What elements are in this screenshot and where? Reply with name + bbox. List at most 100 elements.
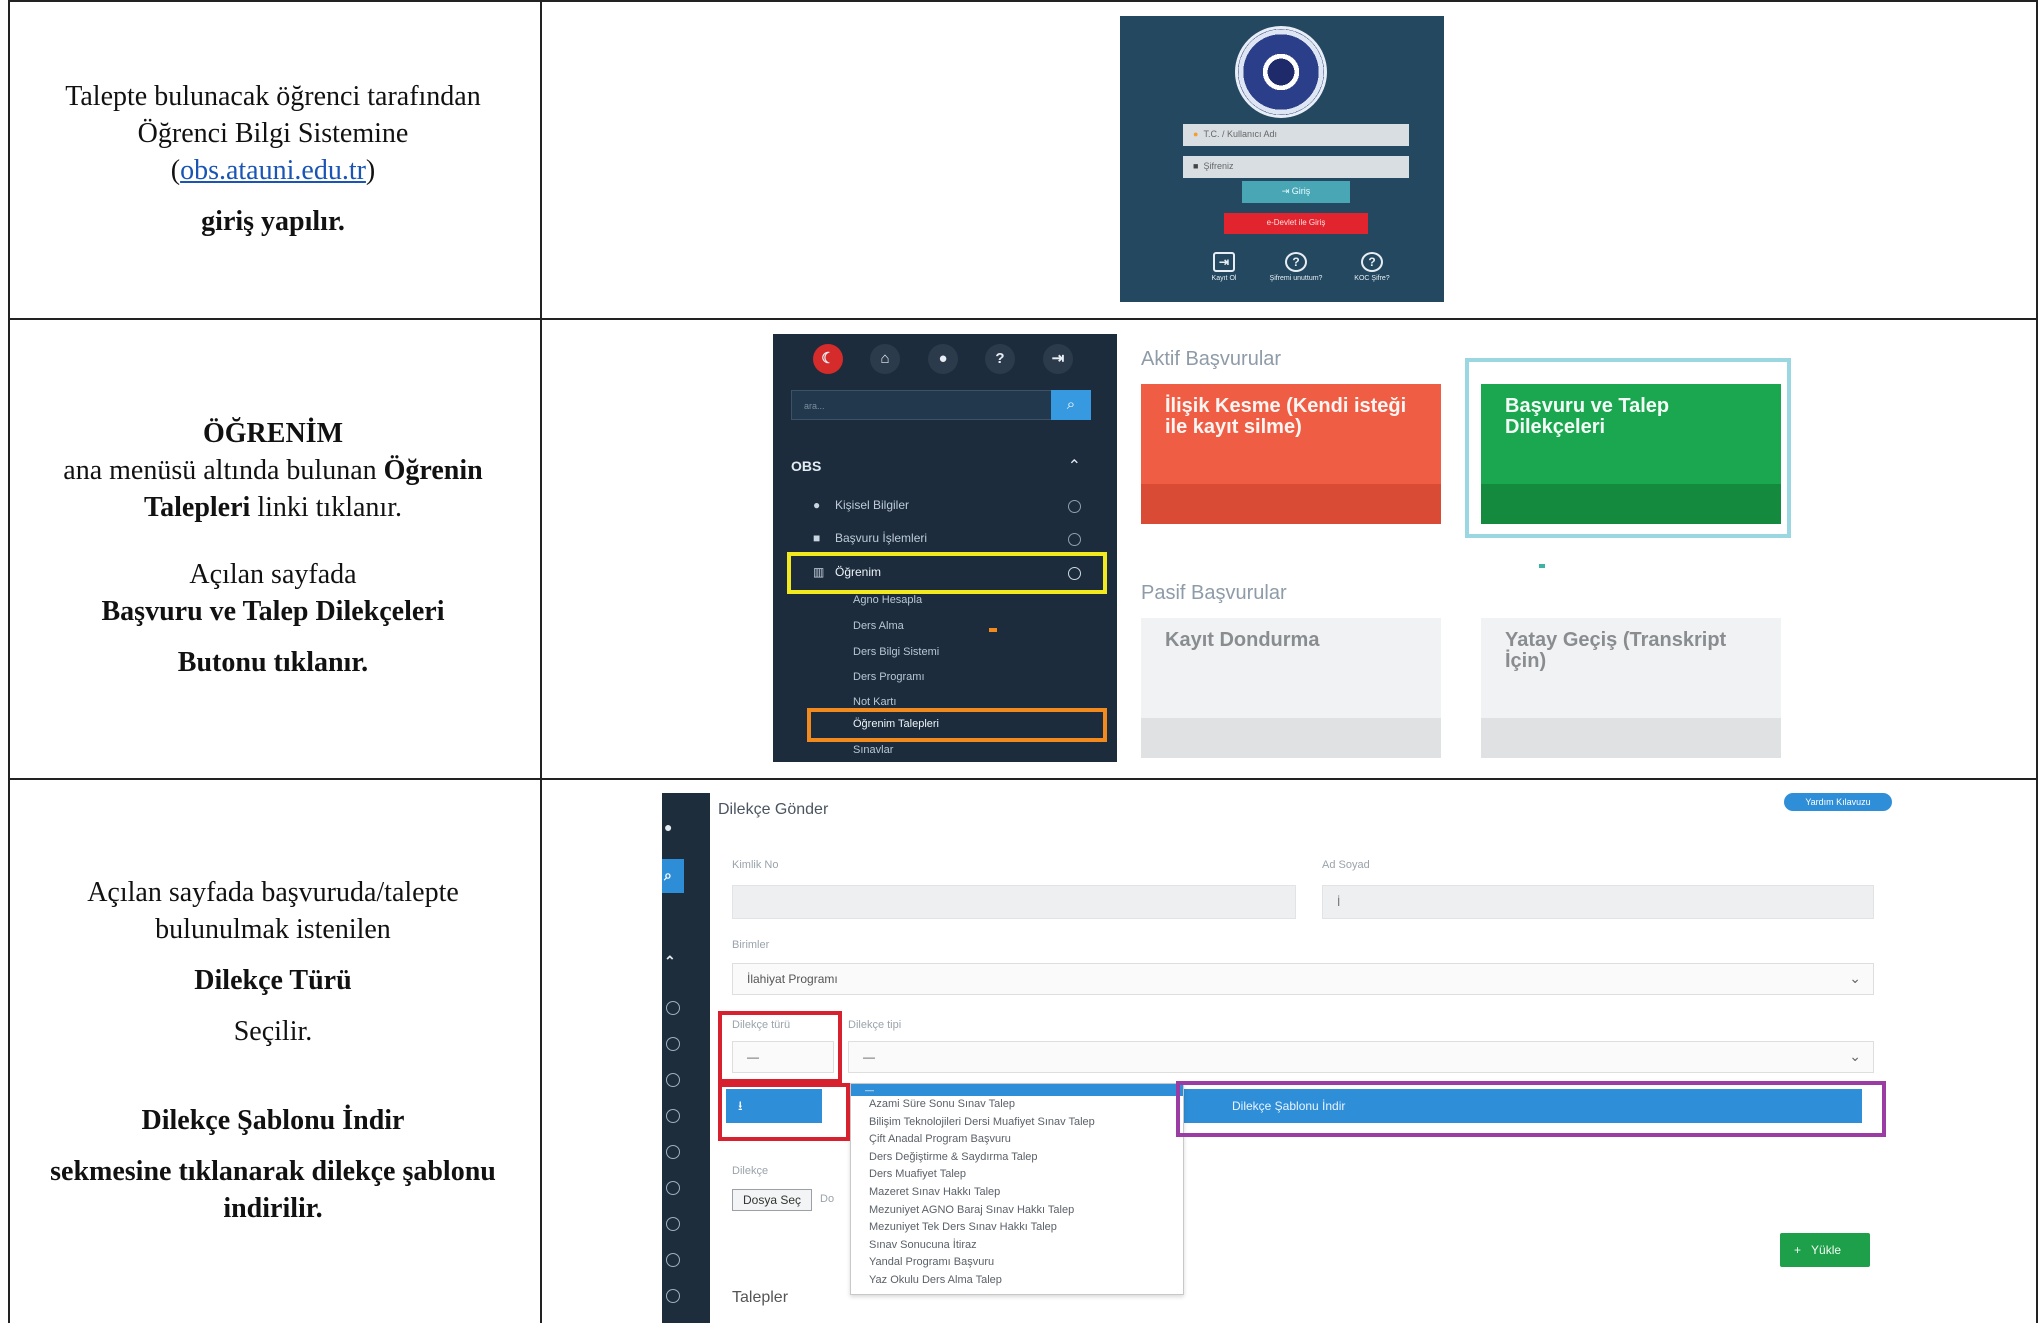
user-icon: ● — [813, 498, 821, 512]
obs-menu-screenshot: ☾ ⌂ ● ? ⇥ ara... ⌕ OBS ⌃ ● Kişisel Bilgil… — [773, 334, 1117, 762]
talepler-heading: Talepler — [732, 1289, 789, 1306]
chevron-up-icon[interactable]: ⌃ — [1068, 456, 1081, 476]
login-button[interactable]: ⇥ Giriş — [1242, 181, 1350, 203]
orange-marker — [989, 628, 997, 632]
menu-item-kisisel-bilgiler[interactable]: ● Kişisel Bilgiler — [813, 498, 909, 512]
row-3-line-2: bulunulmak istenilen — [155, 914, 391, 945]
dropdown-option[interactable]: Çift Anadal Program Başvuru — [851, 1131, 1183, 1149]
dropdown-option[interactable]: Sınav Sonucuna İtiraz — [851, 1237, 1183, 1255]
dropdown-selected-option[interactable]: — — [851, 1084, 1183, 1096]
obs-section-title: OBS — [791, 458, 822, 474]
dropdown-option[interactable]: Ders Değiştirme & Saydırma Talep — [851, 1149, 1183, 1167]
row-3-line-3: Dilekçe Türü — [194, 965, 352, 996]
sidebar-bullet-icon: ● — [664, 819, 673, 835]
row-2-line-5: Başvuru ve Talep Dilekçeleri — [101, 596, 445, 627]
column-divider — [540, 0, 542, 1323]
question-icon: ? — [1285, 252, 1307, 272]
plus-icon: + — [1794, 1243, 1802, 1257]
turkish-flag-icon[interactable]: ☾ — [813, 344, 843, 374]
search-icon[interactable]: ⌕ — [1051, 390, 1091, 420]
dilekce-tipi-select[interactable]: — ⌄ — [848, 1041, 1874, 1073]
file-choose-button[interactable]: Dosya Seç — [732, 1189, 812, 1211]
sidebar-circle-icon-7[interactable] — [666, 1217, 680, 1231]
sidebar-circle-icon-8[interactable] — [666, 1253, 680, 1267]
edevlet-login-button[interactable]: e-Devlet ile Giriş — [1224, 213, 1368, 234]
passive-applications-heading: Pasif Başvurular — [1141, 582, 1287, 604]
submenu-agno-hesapla[interactable]: Agno Hesapla — [853, 594, 922, 606]
ad-soyad-field: İ — [1322, 885, 1874, 919]
dropdown-option[interactable]: Mezuniyet Tek Ders Sınav Hakkı Talep — [851, 1219, 1183, 1237]
ad-soyad-label: Ad Soyad — [1322, 859, 1370, 871]
submenu-ders-alma[interactable]: Ders Alma — [853, 620, 904, 632]
file-status-text: Do — [820, 1193, 835, 1205]
row-3-line-1: Açılan sayfada başvuruda/talepte — [87, 877, 459, 908]
row-3-line-5: Dilekçe Şablonu İndir — [141, 1105, 405, 1136]
highlight-download-button — [718, 1083, 850, 1141]
user-icon: ● — [1193, 129, 1199, 139]
dropdown-option[interactable]: Ders Muafiyet Talep — [851, 1166, 1183, 1184]
dropdown-option[interactable]: Azami Süre Sonu Sınav Talep — [851, 1096, 1183, 1114]
applications-screenshot: Aktif Başvurular İlişik Kesme (Kendi ist… — [1117, 334, 1803, 762]
obs-link[interactable]: obs.atauni.edu.tr — [180, 155, 366, 186]
dropdown-option[interactable]: Mazeret Sınav Hakkı Talep — [851, 1184, 1183, 1202]
submenu-ders-programi[interactable]: Ders Programı — [853, 671, 925, 683]
chat-icon[interactable]: ● — [928, 344, 958, 374]
password-field[interactable]: ■ Şifreniz — [1183, 156, 1409, 178]
briefcase-icon: ■ — [813, 531, 821, 545]
dilekce-tipi-dropdown[interactable]: — Azami Süre Sonu Sınav Talep Bilişim Te… — [850, 1083, 1184, 1295]
register-link[interactable]: ⇥ Kayıt Ol — [1194, 252, 1254, 282]
sidebar-circle-icon-2[interactable] — [666, 1037, 680, 1051]
card-kayit-dondurma[interactable]: Kayıt Dondurma — [1141, 618, 1441, 758]
card-ilisik-kesme[interactable]: İlişik Kesme (Kendi isteği ile kayıt sil… — [1141, 384, 1441, 524]
dropdown-option[interactable]: Yaz Okulu Ders Alma Talep — [851, 1272, 1183, 1290]
dropdown-option[interactable]: Yandal Programı Başvuru — [851, 1254, 1183, 1272]
forgot-password-link[interactable]: ? Şifremi unuttum? — [1266, 252, 1326, 282]
upload-button[interactable]: + Yükle — [1780, 1233, 1870, 1267]
highlight-ogrenim-talepleri — [807, 708, 1107, 742]
username-field[interactable]: ● T.C. / Kullanıcı Adı — [1183, 124, 1409, 146]
sidebar-circle-icon-6[interactable] — [666, 1181, 680, 1195]
menu-search-input[interactable]: ara... — [791, 390, 1067, 420]
submenu-ders-bilgi-sistemi[interactable]: Ders Bilgi Sistemi — [853, 646, 939, 658]
menu-item-basvuru-islemleri[interactable]: ■ Başvuru İşlemleri — [813, 531, 927, 545]
dropdown-option[interactable]: Mezuniyet AGNO Baraj Sınav Hakkı Talep — [851, 1202, 1183, 1220]
birimler-select[interactable]: İlahiyat Programı ⌄ — [732, 963, 1874, 995]
row-1-line-3: (obs.atauni.edu.tr) — [171, 152, 376, 189]
submenu-not-karti[interactable]: Not Kartı — [853, 696, 896, 708]
logout-icon[interactable]: ⇥ — [1043, 344, 1073, 374]
question-icon-2: ? — [1361, 252, 1383, 272]
sidebar-circle-icon-9[interactable] — [666, 1289, 680, 1303]
paren-open: ( — [170, 155, 181, 186]
sidebar-search-icon[interactable]: ⌕ — [664, 867, 672, 884]
active-applications-heading: Aktif Başvurular — [1141, 348, 1282, 370]
kimlik-no-label: Kimlik No — [732, 859, 779, 871]
row-2-line-6: Butonu tıklanır. — [177, 647, 369, 678]
help-guide-button[interactable]: Yardım Kılavuzu — [1784, 793, 1892, 811]
sidebar-circle-icon-4[interactable] — [666, 1109, 680, 1123]
sidebar-circle-icon-1[interactable] — [666, 1001, 680, 1015]
row-3-line-6: sekmesine tıklanarak dilekçe şablonu — [50, 1156, 496, 1187]
help-icon[interactable]: ? — [985, 344, 1015, 374]
row-2-line-4: Açılan sayfada — [189, 559, 357, 590]
card-yatay-gecis[interactable]: Yatay Geçiş (Transkript İçin) — [1481, 618, 1781, 758]
dilekce-tipi-label: Dilekçe tipi — [848, 1019, 902, 1031]
form-sidebar: ● ⌕ ⌃ — [662, 793, 710, 1323]
sidebar-chevron-up-icon[interactable]: ⌃ — [664, 953, 676, 970]
row-2-line-2: ana menüsü altında bulunan Öğrenin — [63, 455, 483, 486]
row-2-line-3: Talepleri linki tıklanır. — [144, 492, 402, 523]
sidebar-circle-icon-3[interactable] — [666, 1073, 680, 1087]
login-screenshot: ● T.C. / Kullanıcı Adı ■ Şifreniz ⇥ Giri… — [1120, 16, 1444, 302]
kimlik-no-field — [732, 885, 1296, 919]
row-1-instructions: Talepte bulunacak öğrenci tarafından Öğr… — [8, 0, 538, 318]
highlight-ogrenim — [787, 552, 1107, 594]
arrow-icon: ⇥ — [1281, 186, 1290, 196]
home-icon[interactable]: ⌂ — [870, 344, 900, 374]
row-3-line-7: indirilir. — [223, 1193, 323, 1224]
highlight-dilekce-turu — [718, 1011, 842, 1083]
dropdown-option[interactable]: Bilişim Teknolojileri Dersi Muafiyet Sın… — [851, 1114, 1183, 1132]
submenu-sinavlar[interactable]: Sınavlar — [853, 744, 893, 756]
row-1-line-4: giriş yapılır. — [201, 206, 345, 237]
koc-password-link[interactable]: ? KOC Şifre? — [1342, 252, 1402, 282]
sidebar-circle-icon-5[interactable] — [666, 1145, 680, 1159]
chevron-icon-1 — [1068, 500, 1081, 513]
